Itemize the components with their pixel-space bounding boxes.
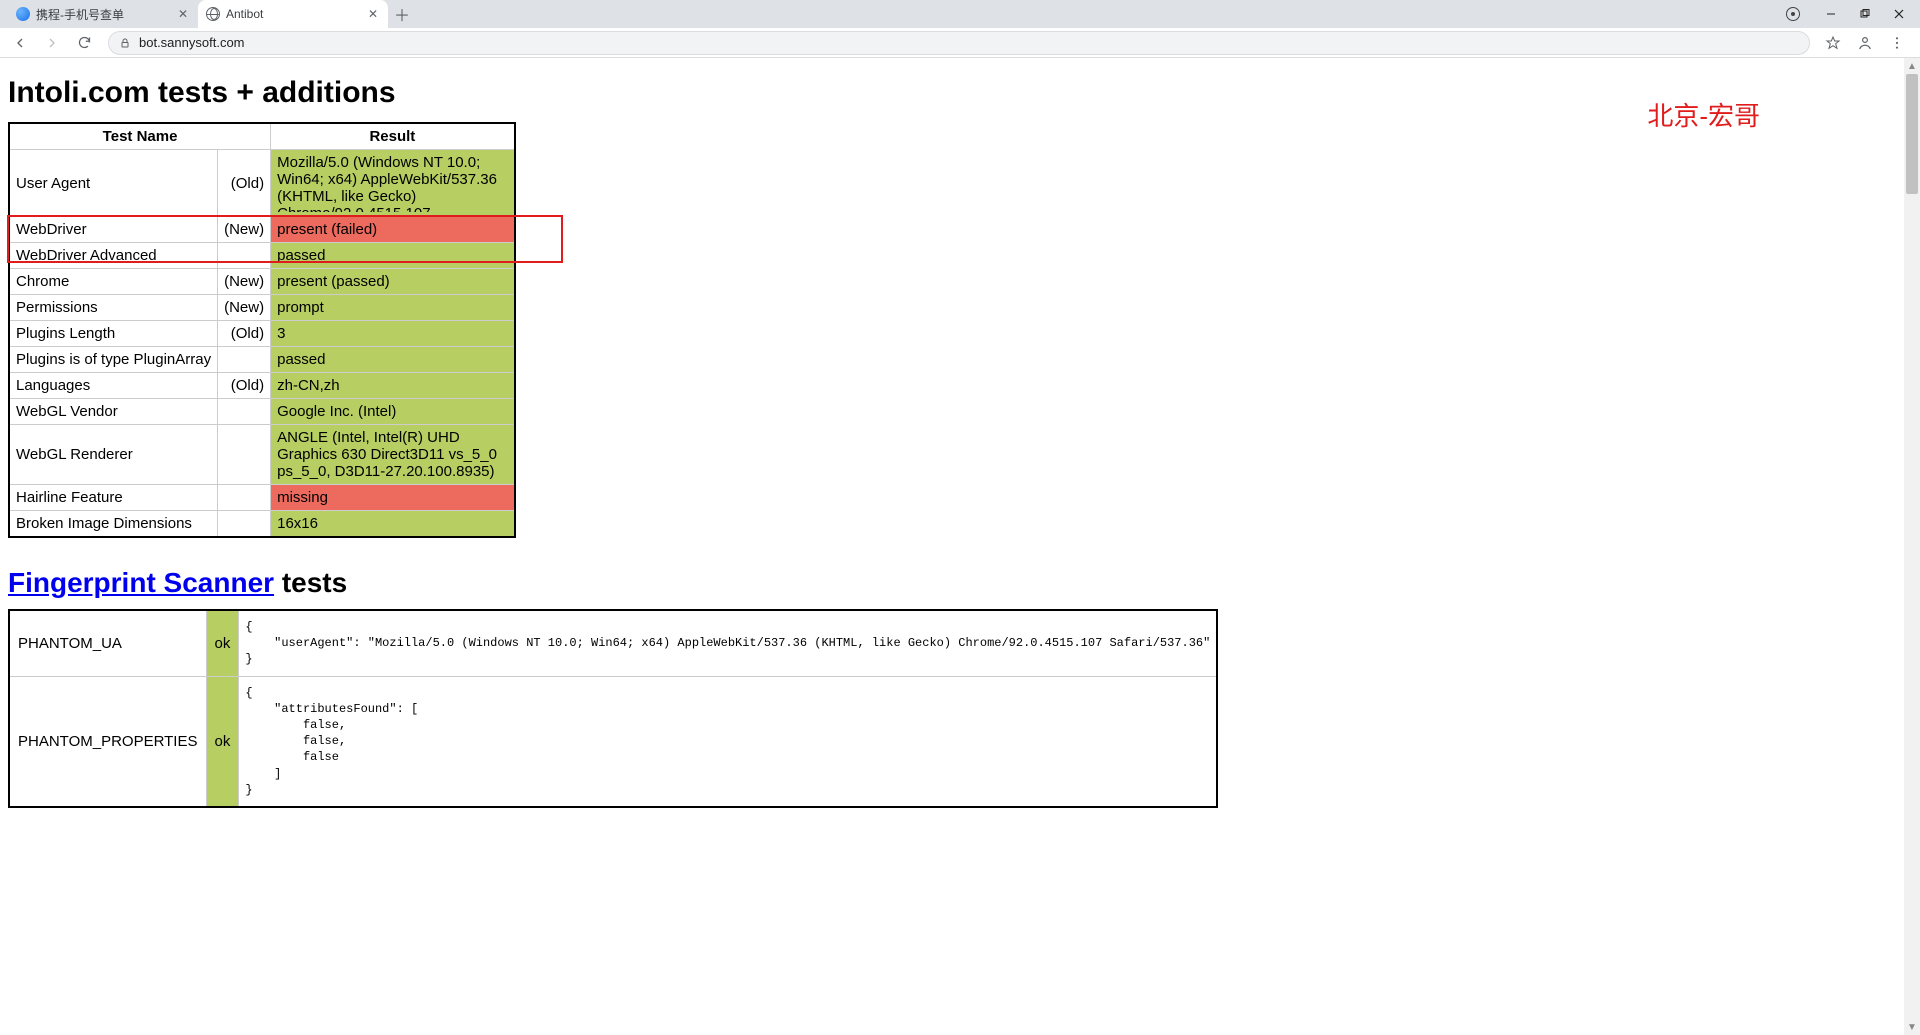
test-tag-cell: (Old) (218, 373, 271, 399)
forward-button[interactable] (38, 29, 66, 57)
fp-name-cell: PHANTOM_UA (9, 610, 206, 676)
browser-tab[interactable]: Antibot ✕ (198, 0, 388, 28)
test-tag-cell: (Old) (218, 321, 271, 347)
test-name-cell: WebDriver (9, 217, 218, 243)
reload-button[interactable] (70, 29, 98, 57)
scroll-down-icon[interactable]: ▼ (1904, 1019, 1920, 1035)
page-content: 北京-宏哥 Intoli.com tests + additions Test … (0, 58, 1920, 848)
browser-tab[interactable]: 携程-手机号查单 ✕ (8, 0, 198, 28)
test-result-cell: Mozilla/5.0 (Windows NT 10.0; Win64; x64… (271, 150, 515, 217)
table-row: PHANTOM_PROPERTIESok{ "attributesFound":… (9, 676, 1217, 807)
tests-table-wrapper: Test Name Result User Agent(Old)Mozilla/… (8, 122, 516, 538)
test-tag-cell (218, 399, 271, 425)
fp-detail-cell: { "attributesFound": [ false, false, fal… (239, 676, 1217, 807)
tab-strip: 携程-手机号查单 ✕ Antibot ✕ ＋ (0, 0, 1920, 28)
browser-chrome: 携程-手机号查单 ✕ Antibot ✕ ＋ (0, 0, 1920, 58)
fp-detail-cell: { "userAgent": "Mozilla/5.0 (Windows NT … (239, 610, 1217, 676)
test-result-cell: 3 (271, 321, 515, 347)
tab-title: Antibot (226, 7, 360, 21)
test-name-cell: WebGL Renderer (9, 425, 218, 485)
favicon-icon (16, 7, 30, 21)
test-tag-cell (218, 243, 271, 269)
fp-status-cell: ok (206, 610, 239, 676)
lock-icon (119, 37, 131, 49)
test-result-cell: ANGLE (Intel, Intel(R) UHD Graphics 630 … (271, 425, 515, 485)
test-name-cell: Chrome (9, 269, 218, 295)
fingerprint-heading: Fingerprint Scanner tests (8, 567, 1912, 599)
fingerprint-heading-suffix: tests (274, 567, 347, 598)
test-name-cell: WebDriver Advanced (9, 243, 218, 269)
fp-status-cell: ok (206, 676, 239, 807)
test-result-cell: passed (271, 243, 515, 269)
window-controls (1786, 0, 1920, 28)
test-result-cell: Google Inc. (Intel) (271, 399, 515, 425)
close-icon[interactable]: ✕ (366, 7, 380, 21)
globe-icon (206, 7, 220, 21)
table-row: Plugins is of type PluginArray passed (9, 347, 515, 373)
fp-name-cell: PHANTOM_PROPERTIES (9, 676, 206, 807)
fingerprint-link[interactable]: Fingerprint Scanner (8, 567, 274, 598)
header-test-name: Test Name (9, 123, 271, 150)
test-name-cell: WebGL Vendor (9, 399, 218, 425)
profile-indicator-icon (1786, 7, 1800, 21)
new-tab-button[interactable]: ＋ (388, 0, 416, 28)
scrollbar-thumb[interactable] (1906, 74, 1918, 194)
test-tag-cell: (New) (218, 217, 271, 243)
test-tag-cell (218, 425, 271, 485)
test-tag-cell (218, 485, 271, 511)
table-row: WebDriver(New)present (failed) (9, 217, 515, 243)
test-result-cell: passed (271, 347, 515, 373)
table-row: Permissions(New)prompt (9, 295, 515, 321)
back-button[interactable] (6, 29, 34, 57)
table-row: User Agent(Old)Mozilla/5.0 (Windows NT 1… (9, 150, 515, 217)
test-name-cell: Broken Image Dimensions (9, 511, 218, 538)
test-name-cell: Languages (9, 373, 218, 399)
table-row: Plugins Length(Old)3 (9, 321, 515, 347)
minimize-button[interactable] (1816, 3, 1846, 25)
scroll-up-icon[interactable]: ▲ (1904, 58, 1920, 74)
vertical-scrollbar[interactable]: ▲ ▼ (1904, 58, 1920, 1035)
test-name-cell: User Agent (9, 150, 218, 217)
address-bar[interactable]: bot.sannysoft.com (108, 31, 1810, 55)
close-icon[interactable]: ✕ (176, 7, 190, 21)
toolbar: bot.sannysoft.com (0, 28, 1920, 58)
close-window-button[interactable] (1884, 3, 1914, 25)
test-tag-cell (218, 347, 271, 373)
tests-table: Test Name Result User Agent(Old)Mozilla/… (8, 122, 516, 538)
table-row: WebGL Vendor Google Inc. (Intel) (9, 399, 515, 425)
test-name-cell: Plugins Length (9, 321, 218, 347)
table-row: Hairline Feature missing (9, 485, 515, 511)
test-result-cell: present (failed) (271, 217, 515, 243)
table-row: Broken Image Dimensions 16x16 (9, 511, 515, 538)
test-result-cell: 16x16 (271, 511, 515, 538)
watermark-text: 北京-宏哥 (1647, 96, 1760, 133)
test-result-cell: prompt (271, 295, 515, 321)
test-tag-cell: (New) (218, 269, 271, 295)
test-tag-cell: (Old) (218, 150, 271, 217)
fingerprint-table: PHANTOM_UAok{ "userAgent": "Mozilla/5.0 … (8, 609, 1218, 808)
test-result-cell: present (passed) (271, 269, 515, 295)
test-result-cell: missing (271, 485, 515, 511)
url-text: bot.sannysoft.com (139, 35, 245, 50)
test-name-cell: Plugins is of type PluginArray (9, 347, 218, 373)
page-title: Intoli.com tests + additions (8, 76, 1912, 110)
table-row: WebGL Renderer ANGLE (Intel, Intel(R) UHD… (9, 425, 515, 485)
table-row: Chrome(New)present (passed) (9, 269, 515, 295)
profile-icon[interactable] (1852, 30, 1878, 56)
test-tag-cell (218, 511, 271, 538)
header-result: Result (271, 123, 515, 150)
kebab-menu-icon[interactable] (1884, 30, 1910, 56)
bookmark-icon[interactable] (1820, 30, 1846, 56)
maximize-button[interactable] (1850, 3, 1880, 25)
table-row: Languages(Old)zh-CN,zh (9, 373, 515, 399)
test-name-cell: Hairline Feature (9, 485, 218, 511)
test-result-cell: zh-CN,zh (271, 373, 515, 399)
table-row: WebDriver Advanced passed (9, 243, 515, 269)
test-name-cell: Permissions (9, 295, 218, 321)
tab-title: 携程-手机号查单 (36, 6, 170, 23)
test-tag-cell: (New) (218, 295, 271, 321)
table-row: PHANTOM_UAok{ "userAgent": "Mozilla/5.0 … (9, 610, 1217, 676)
